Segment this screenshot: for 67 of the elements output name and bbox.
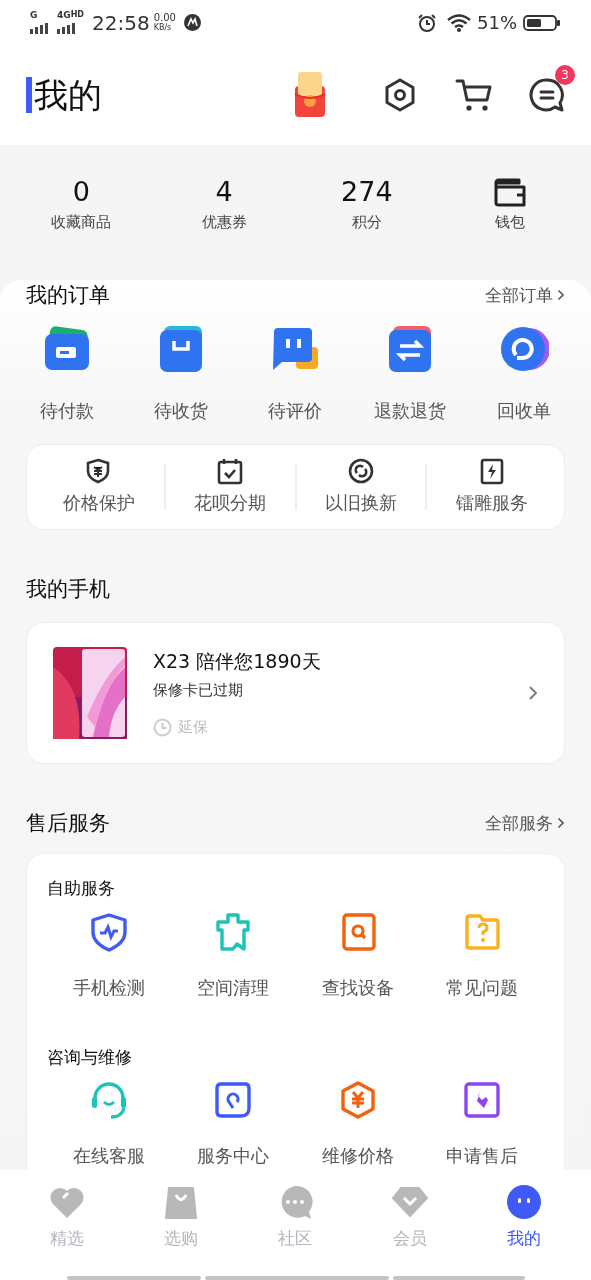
- order-status-label[interactable]: 待收货: [154, 397, 209, 424]
- refresh-icon[interactable]: [347, 458, 374, 485]
- stat-value[interactable]: 0: [72, 175, 90, 211]
- view-all-link[interactable]: 全部服务: [485, 810, 565, 836]
- service-label[interactable]: 以旧换新: [324, 489, 397, 516]
- group-title: 自助服务: [47, 877, 116, 900]
- stat-value[interactable]: 274: [341, 175, 393, 211]
- section-title: 我的手机: [26, 576, 110, 603]
- message-icon[interactable]: [529, 77, 565, 113]
- shopping-bag-icon: [163, 1184, 200, 1220]
- section-title: 售后服务: [26, 809, 110, 837]
- lightning-icon[interactable]: [478, 458, 505, 485]
- network-label: G: [30, 11, 38, 20]
- page-title: 我的: [26, 77, 102, 113]
- network-sup: HD: [70, 11, 84, 20]
- clock-time: 22:58: [92, 9, 150, 37]
- stat-label[interactable]: 收藏商品: [51, 211, 112, 234]
- service-label[interactable]: 花呗分期: [194, 489, 267, 516]
- chevron-right-icon: [557, 289, 565, 302]
- group-title: 咨询与维修: [47, 1045, 133, 1069]
- stat-value[interactable]: 4: [215, 175, 233, 211]
- battery-percent: 51%: [477, 11, 517, 35]
- phone-name: X23 陪伴您1890天: [153, 648, 322, 674]
- order-status-label[interactable]: 待评价: [268, 397, 323, 424]
- warranty-status: 保修卡已过期: [153, 680, 244, 702]
- clock-icon: [153, 717, 172, 737]
- cart-icon[interactable]: [455, 78, 493, 112]
- order-status-label[interactable]: 待付款: [40, 397, 95, 424]
- section-title: 我的订单: [26, 281, 110, 309]
- order-status-label[interactable]: 回收单: [496, 397, 551, 424]
- chevron-right-icon: [557, 817, 565, 830]
- wallet-icon[interactable]: [492, 177, 527, 207]
- stat-label[interactable]: 优惠券: [201, 211, 247, 234]
- tab-item[interactable]: 我的: [466, 1184, 581, 1252]
- service-label[interactable]: 服务中心: [197, 1142, 270, 1169]
- service-label[interactable]: 空间清理: [197, 973, 270, 1001]
- message-count-badge: 3: [555, 65, 575, 85]
- location-square-icon[interactable]: [213, 1080, 254, 1120]
- network-speed: 0.00: [153, 13, 176, 23]
- service-label[interactable]: 维修价格: [321, 1142, 394, 1169]
- settings-icon[interactable]: [383, 78, 417, 112]
- logo-icon: [183, 14, 201, 31]
- network-label: 4G: [57, 11, 71, 20]
- face-icon: [505, 1184, 542, 1220]
- calendar-icon[interactable]: [217, 458, 244, 485]
- service-label[interactable]: 手机检测: [73, 973, 146, 1001]
- wifi-icon: [447, 13, 471, 32]
- alarm-icon: [417, 12, 437, 33]
- network-unit: KB/s: [153, 23, 173, 32]
- envelope-icon[interactable]: [293, 72, 327, 118]
- service-label[interactable]: 常见问题: [445, 973, 518, 1001]
- service-label[interactable]: 镭雕服务: [455, 489, 528, 516]
- order-status-label[interactable]: 退款退货: [373, 397, 446, 424]
- service-label[interactable]: 价格保护: [63, 489, 136, 516]
- diamond-icon: [391, 1184, 428, 1220]
- signal-icon: [30, 20, 49, 34]
- shield-pulse-icon[interactable]: [89, 911, 130, 952]
- service-label[interactable]: 在线客服: [73, 1142, 146, 1169]
- stat-label[interactable]: 钱包: [494, 211, 525, 234]
- view-all-link[interactable]: 全部订单: [485, 282, 565, 308]
- service-label[interactable]: 申请售后: [445, 1142, 518, 1169]
- battery-icon: [523, 13, 561, 32]
- service-label[interactable]: 查找设备: [321, 973, 394, 1001]
- phone-card[interactable]: X23 陪伴您1890天 保修卡已过期 延保: [26, 621, 565, 764]
- chevron-right-icon: [528, 684, 538, 701]
- stat-label[interactable]: 积分: [351, 211, 382, 234]
- signal-icon: [57, 20, 76, 34]
